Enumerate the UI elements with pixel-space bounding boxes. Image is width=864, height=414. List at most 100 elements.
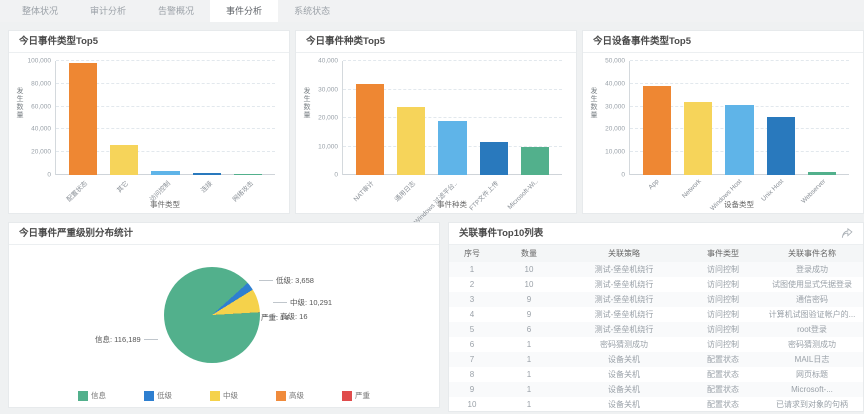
nav-tab-4[interactable]: 系统状态 [278, 0, 346, 22]
y-tick-label: 0 [621, 172, 625, 179]
x-category-label: Network [681, 178, 703, 200]
bar-Network[interactable] [684, 102, 712, 175]
nav-tab-3[interactable]: 事件分析 [210, 0, 278, 22]
pie-chart-severity: 低级: 3,658 中级: 10,291 高级: 16 严重: 14 信息: 1… [9, 245, 439, 408]
x-axis-title: 事件种类 [342, 199, 562, 210]
y-tick-label: 40,000 [31, 126, 51, 133]
table-column-header: 事件类型 [685, 245, 761, 262]
x-axis-title: 事件类型 [55, 199, 275, 210]
table-column-header: 关联事件名称 [761, 245, 863, 262]
legend-label: 低级 [157, 390, 172, 401]
legend-label: 高级 [289, 390, 304, 401]
legend-label: 中级 [223, 390, 238, 401]
y-tick-label: 60,000 [31, 103, 51, 110]
bar-Webserver[interactable] [808, 172, 836, 175]
table-cell: 已请求到对象的句柄 [761, 397, 863, 412]
bar-访问控制[interactable] [151, 171, 179, 175]
card-correlated-events: 关联事件Top10列表 序号数量关联策略事件类型关联事件名称 110测试-堡垒机… [448, 222, 864, 412]
table-cell: 1 [495, 382, 563, 397]
y-tick-label: 0 [334, 172, 338, 179]
bar-Windows Host[interactable] [725, 105, 753, 175]
legend-item-0[interactable]: 信息 [78, 390, 106, 401]
table-cell: 1 [495, 352, 563, 367]
table-cell: 设备关机 [563, 352, 685, 367]
chart-title: 今日设备事件类型Top5 [593, 31, 691, 53]
table-cell: MAIL日志 [761, 352, 863, 367]
table-cell: 配置状态 [685, 352, 761, 367]
card-title: 今日事件严重级别分布统计 [9, 223, 439, 245]
bar-连接[interactable] [193, 173, 221, 175]
card-event-kind-top5: 今日事件种类Top5 发生数量 010,00020,00030,00040,00… [295, 30, 577, 214]
y-tick-label: 40,000 [318, 58, 338, 65]
card-severity-pie: 今日事件严重级别分布统计 低级: 3,658 中级: 10,291 高级: 16… [8, 222, 440, 408]
bar-其它[interactable] [110, 145, 138, 175]
y-tick-label: 30,000 [605, 103, 625, 110]
table-cell: 1 [495, 397, 563, 412]
table-cell: 访问控制 [685, 337, 761, 352]
share-icon[interactable] [841, 228, 853, 239]
chart-title: 今日事件种类Top5 [306, 31, 385, 53]
table-body: 110测试-堡垒机绕行访问控制登录成功210测试-堡垒机绕行访问控制试图使用显式… [449, 262, 863, 412]
bar-FTP文件上传[interactable] [480, 142, 508, 175]
table-cell: 测试-堡垒机绕行 [563, 262, 685, 277]
bar-chart-device-type: 发生数量 010,00020,00030,00040,00050,000 App… [583, 53, 863, 213]
pie-callout-low: 低级: 3,658 [259, 275, 314, 286]
table-cell: 访问控制 [685, 307, 761, 322]
table-cell: 计算机试图验证帐户的... [761, 307, 863, 322]
y-tick-label: 20,000 [318, 115, 338, 122]
x-axis-title: 设备类型 [629, 199, 849, 210]
table-cell: 测试-堡垒机绕行 [563, 322, 685, 337]
legend-item-1[interactable]: 低级 [144, 390, 172, 401]
bar-chart-event-kind: 发生数量 010,00020,00030,00040,000 NAT审计通用日志… [296, 53, 576, 213]
nav-tab-2[interactable]: 告警概况 [142, 0, 210, 22]
bar-slot [103, 61, 144, 175]
bar-chart-event-type: 发生数量 020,00040,00060,00080,000100,000 配置… [9, 53, 289, 213]
bar-slot [636, 61, 677, 175]
x-category-label: App [648, 178, 661, 191]
nav-tab-1[interactable]: 审计分析 [74, 0, 142, 22]
bar-slot [145, 61, 186, 175]
bar-NAT审计[interactable] [356, 84, 384, 175]
table-row: 101设备关机配置状态已请求到对象的句柄 [449, 397, 863, 412]
y-tick-label: 20,000 [31, 149, 51, 156]
card-title: 关联事件Top10列表 [449, 223, 863, 245]
table-cell: 3 [449, 292, 495, 307]
bar-series [343, 61, 562, 175]
table-cell: 访问控制 [685, 277, 761, 292]
table-cell: 10 [495, 277, 563, 292]
bar-App[interactable] [643, 86, 671, 175]
bar-通用日志[interactable] [397, 107, 425, 175]
legend-item-4[interactable]: 严重 [342, 390, 370, 401]
legend-item-2[interactable]: 中级 [210, 390, 238, 401]
table-cell: 网页标题 [761, 367, 863, 382]
legend-item-3[interactable]: 高级 [276, 390, 304, 401]
table-cell: 登录成功 [761, 262, 863, 277]
table-cell: 7 [449, 352, 495, 367]
bar-slot [228, 61, 269, 175]
bar-slot [760, 61, 801, 175]
y-tick-label: 10,000 [605, 149, 625, 156]
card-event-type-top5: 今日事件类型Top5 发生数量 020,00040,00060,00080,00… [8, 30, 290, 214]
nav-tab-0[interactable]: 整体状况 [6, 0, 74, 22]
bar-Microsoft-Wi..[interactable] [521, 147, 549, 175]
bar-slot [719, 61, 760, 175]
x-category-label: 连接 [197, 178, 213, 194]
y-tick-label: 0 [47, 172, 51, 179]
table-cell: root登录 [761, 322, 863, 337]
bar-配置状态[interactable] [69, 63, 97, 175]
bar-Windows 过滤平台..[interactable] [438, 121, 466, 175]
y-tick-label: 10,000 [318, 143, 338, 150]
legend-label: 严重 [355, 390, 370, 401]
bar-slot [186, 61, 227, 175]
bar-网络攻击[interactable] [234, 174, 262, 175]
table-cell: 访问控制 [685, 322, 761, 337]
table-cell: 10 [449, 397, 495, 412]
card-title: 今日事件类型Top5 [9, 31, 289, 53]
pie-graphic[interactable] [164, 267, 260, 363]
bar-series [630, 61, 849, 175]
legend-swatch [342, 391, 352, 401]
bar-Unix Host[interactable] [767, 117, 795, 175]
bar-slot [62, 61, 103, 175]
table-cell: 访问控制 [685, 292, 761, 307]
y-axis-title: 发生数量 [14, 87, 24, 119]
